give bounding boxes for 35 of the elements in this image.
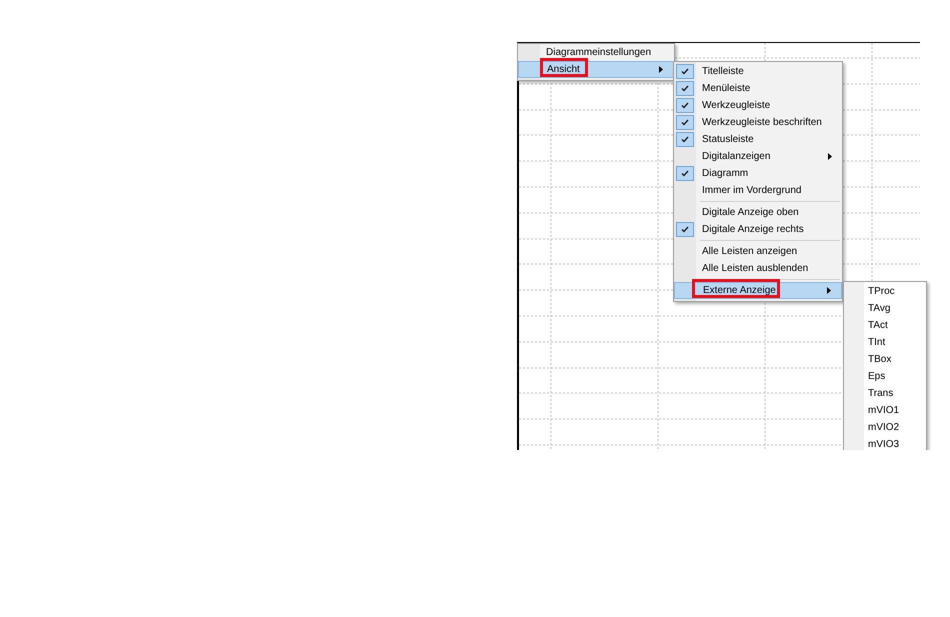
menu-item[interactable]: TProc	[844, 283, 926, 300]
menu-item[interactable]: Eps	[844, 368, 926, 385]
check-icon	[681, 85, 689, 92]
menu-item[interactable]: TInt	[844, 334, 926, 351]
submenu-arrow-icon	[827, 287, 831, 294]
check-icon	[681, 68, 689, 75]
menu-item[interactable]: Digitalanzeigen	[674, 148, 842, 165]
menu-item[interactable]: Alle Leisten anzeigen	[674, 243, 842, 260]
menu-item[interactable]: TAvg	[844, 300, 926, 317]
menu-item[interactable]: mVIO3	[844, 436, 926, 450]
menu-item[interactable]: Diagramm	[674, 165, 842, 182]
menu-item[interactable]: Ansicht	[518, 61, 674, 78]
check-icon	[681, 102, 689, 109]
submenu-arrow-icon	[828, 153, 832, 160]
menu-item[interactable]: TAct	[844, 317, 926, 334]
menu-item[interactable]: Digitale Anzeige oben	[674, 204, 842, 221]
check-icon	[681, 136, 689, 143]
menu-item[interactable]: mVIO1	[844, 402, 926, 419]
menu-item[interactable]: TBox	[844, 351, 926, 368]
menu-item[interactable]: Trans	[844, 385, 926, 402]
check-icon	[681, 226, 689, 233]
menu-item[interactable]: Titelleiste	[674, 63, 842, 80]
menu-item[interactable]: Diagrammeinstellungen	[518, 44, 674, 61]
menu-item[interactable]: Immer im Vordergrund	[674, 182, 842, 199]
menu-item[interactable]: Werkzeugleiste	[674, 97, 842, 114]
check-icon	[681, 119, 689, 126]
menu-item[interactable]: Alle Leisten ausblenden	[674, 260, 842, 277]
menu-item[interactable]: Werkzeugleiste beschriften	[674, 114, 842, 131]
menu-item[interactable]: mVIO2	[844, 419, 926, 436]
menu-item[interactable]: Digitale Anzeige rechts	[674, 221, 842, 238]
check-icon	[681, 170, 689, 177]
menu-item[interactable]: Externe Anzeige	[674, 282, 842, 299]
submenu-arrow-icon	[659, 66, 663, 73]
menu-item[interactable]: Statusleiste	[674, 131, 842, 148]
menu-item[interactable]: Menüleiste	[674, 80, 842, 97]
